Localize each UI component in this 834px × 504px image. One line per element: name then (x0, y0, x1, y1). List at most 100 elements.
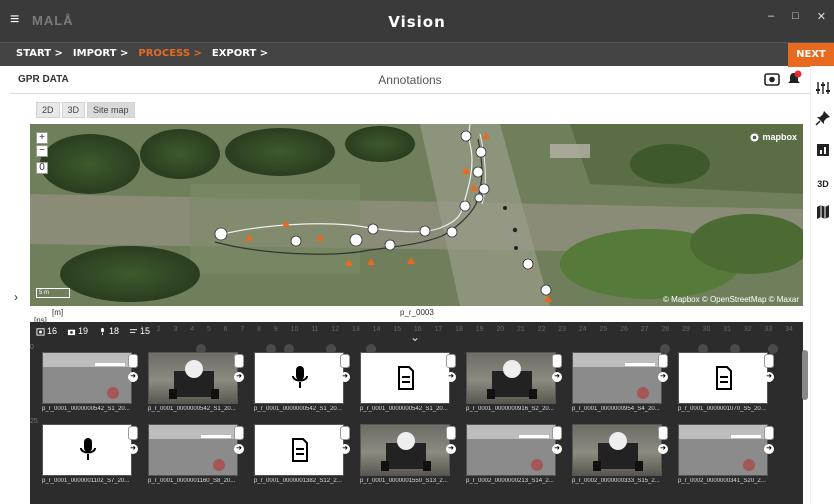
radar-preview[interactable] (42, 352, 132, 404)
annotation-thumbnail[interactable]: ➜ p_r_0001_0000000954_S4_20... (572, 352, 672, 424)
annotation-thumbnail[interactable]: ➜ p_r_0001_0000001160_S8_20... (148, 424, 248, 496)
tab-site-map[interactable]: Site map (87, 102, 135, 118)
annotation-thumbnail[interactable]: ➜ p_r_0001_0000001102_S7_20... (42, 424, 142, 496)
voice-preview[interactable] (254, 352, 344, 404)
ruler-tick: 20 (496, 326, 505, 333)
annotation-thumbnail[interactable]: ➜ p_r_0001_0000000542_S1_20... (42, 352, 142, 424)
count-camera[interactable]: 19 (67, 326, 88, 336)
ruler-tick: 18 (455, 326, 463, 333)
thumbnail-label: p_r_0002_0000000341_S20_2... (678, 478, 766, 484)
go-to-arrow-icon[interactable]: ➜ (552, 444, 562, 454)
photo-preview[interactable] (572, 424, 662, 476)
collapse-chevron-icon[interactable]: ⌄ (410, 330, 420, 344)
thumbnail-label: p_r_0001_0000001382_S12_2... (254, 478, 342, 484)
annotation-type-badge-icon (340, 354, 350, 368)
photo-preview[interactable] (466, 352, 556, 404)
count-all[interactable]: 16 (36, 326, 57, 336)
go-to-arrow-icon[interactable]: ➜ (764, 444, 774, 454)
step-export[interactable]: EXPORT > (212, 48, 268, 59)
tab-3d[interactable]: 3D (61, 102, 86, 118)
step-process[interactable]: PROCESS > (138, 48, 202, 59)
annotation-counts: 16 19 18 15 (36, 326, 150, 336)
zoom-out-button[interactable]: − (36, 145, 48, 157)
zoom-in-button[interactable]: + (36, 132, 48, 144)
radar-preview[interactable] (678, 424, 768, 476)
screenshot-icon[interactable] (764, 71, 780, 87)
ruler-tick: 30 (702, 326, 711, 333)
ruler-tick: 5 (206, 326, 211, 333)
view-tabs: 2D 3D Site map (36, 102, 135, 118)
ruler-tick: 29 (681, 326, 690, 333)
window-controls: – □ ✕ (768, 10, 826, 23)
go-to-arrow-icon[interactable]: ➜ (128, 444, 138, 454)
text-preview[interactable] (678, 352, 768, 404)
distance-unit: [m] (52, 308, 64, 317)
site-map[interactable]: + − 0 mapbox 5 m © Mapbox © OpenStreetMa… (30, 124, 803, 306)
annotation-thumbnail[interactable]: ➜ p_r_0001_0000000542_S1_20... (254, 352, 354, 424)
ruler-tick: 1 (140, 326, 144, 333)
radar-preview[interactable] (572, 352, 662, 404)
go-to-arrow-icon[interactable]: ➜ (446, 444, 456, 454)
title-bar: ≡ MALÅ Vision – □ ✕ (0, 0, 834, 42)
annotation-type-badge-icon (234, 426, 244, 440)
annotation-thumbnail[interactable]: ➜ p_r_0001_0000000542_S1_20... (360, 352, 460, 424)
reset-view-button[interactable]: 0 (36, 162, 48, 174)
annotation-thumbnail[interactable]: ➜ p_r_0001_0000001382_S12_2... (254, 424, 354, 496)
annotation-thumbnail[interactable]: ➜ p_r_0002_0000000213_S14_2... (466, 424, 566, 496)
minimize-button[interactable]: – (768, 10, 774, 23)
annotation-thumbnail[interactable]: ➜ p_r_0001_0000001070_S5_20... (678, 352, 778, 424)
notification-bell-icon[interactable] (786, 70, 802, 88)
text-preview[interactable] (254, 424, 344, 476)
radar-preview[interactable] (466, 424, 556, 476)
voice-preview[interactable] (42, 424, 132, 476)
go-to-arrow-icon[interactable]: ➜ (128, 372, 138, 382)
photo-preview[interactable] (360, 424, 450, 476)
sliders-icon[interactable] (814, 80, 832, 96)
go-to-arrow-icon[interactable]: ➜ (658, 444, 668, 454)
count-voice-value: 18 (109, 326, 120, 336)
annotation-type-badge-icon (552, 354, 562, 368)
annotation-thumbnail[interactable]: ➜ p_r_0001_0000000916_S2_20... (466, 352, 566, 424)
go-to-arrow-icon[interactable]: ➜ (234, 372, 244, 382)
annotation-thumbnail[interactable]: ➜ p_r_0001_0000001550_S13_2... (360, 424, 460, 496)
maximize-button[interactable]: □ (792, 10, 799, 23)
count-all-value: 16 (47, 326, 58, 336)
expand-chevron-icon[interactable]: › (14, 290, 18, 304)
close-button[interactable]: ✕ (817, 10, 826, 23)
pin-icon[interactable] (814, 110, 832, 126)
annotation-thumbnail[interactable]: ➜ p_r_0002_0000000341_S20_2... (678, 424, 778, 496)
step-import[interactable]: IMPORT > (73, 48, 128, 59)
go-to-arrow-icon[interactable]: ➜ (234, 444, 244, 454)
ruler-tick: 6 (223, 326, 228, 333)
radar-preview[interactable] (148, 424, 238, 476)
count-voice[interactable]: 18 (98, 326, 119, 336)
ruler-tick: 34 (785, 326, 793, 333)
next-button[interactable]: NEXT >> (788, 43, 834, 84)
photo-preview[interactable] (148, 352, 238, 404)
step-start[interactable]: START > (16, 48, 63, 59)
ruler-tick: 24 (578, 326, 587, 333)
thumbnail-label: p_r_0001_0000001160_S8_20... (148, 478, 236, 484)
annotation-thumbnail[interactable]: ➜ p_r_0002_0000000333_S15_2... (572, 424, 672, 496)
annotation-type-badge-icon (658, 354, 668, 368)
go-to-arrow-icon[interactable]: ➜ (764, 372, 774, 382)
go-to-arrow-icon[interactable]: ➜ (340, 372, 350, 382)
chart-icon[interactable] (814, 142, 832, 158)
ruler-tick: 12 (331, 326, 340, 333)
ruler-tick: 11 (311, 326, 319, 333)
go-to-arrow-icon[interactable]: ➜ (658, 372, 668, 382)
annotation-thumbnail[interactable]: ➜ p_r_0001_0000000542_S1_20... (148, 352, 248, 424)
map-icon[interactable] (814, 204, 832, 220)
microphone-icon (101, 327, 104, 335)
thumbnails-scrollbar[interactable] (802, 350, 808, 400)
map-attribution[interactable]: © Mapbox © OpenStreetMap © Maxar (663, 295, 799, 304)
go-to-arrow-icon[interactable]: ➜ (446, 372, 456, 382)
go-to-arrow-icon[interactable]: ➜ (340, 444, 350, 454)
3d-view-icon[interactable]: 3D (814, 176, 832, 192)
tab-2d[interactable]: 2D (36, 102, 60, 118)
go-to-arrow-icon[interactable]: ➜ (552, 372, 562, 382)
window-title: Vision (388, 13, 446, 31)
text-preview[interactable] (360, 352, 450, 404)
annotation-type-badge-icon (446, 426, 456, 440)
ruler-tick: 25 (599, 326, 608, 333)
